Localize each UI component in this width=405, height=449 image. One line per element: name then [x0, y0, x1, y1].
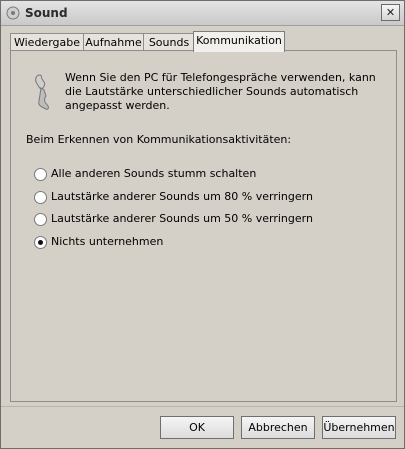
option-label: Alle anderen Sounds stumm schalten: [51, 167, 257, 180]
close-icon: ✕: [385, 6, 396, 19]
option-label: Lautstärke anderer Sounds um 80 % verrin…: [51, 190, 313, 203]
tab-sounds[interactable]: Sounds: [143, 33, 195, 51]
tab-wiedergabe[interactable]: Wiedergabe: [10, 33, 84, 51]
title-bar[interactable]: Sound ✕: [1, 1, 404, 26]
communication-panel: Wenn Sie den PC für Telefongespräche ver…: [10, 50, 397, 402]
sound-dialog: Sound ✕ Wiedergabe Aufnahme Sounds Kommu…: [0, 0, 405, 449]
tab-strip: Wiedergabe Aufnahme Sounds Kommunikation: [10, 31, 395, 52]
radio-selected-dot: [38, 240, 43, 245]
footer-divider: [1, 406, 404, 407]
cancel-button-label: Abbrechen: [248, 421, 308, 434]
apply-button[interactable]: Übernehmen: [322, 416, 396, 439]
ok-button[interactable]: OK: [160, 416, 234, 439]
phone-handset-icon: [33, 73, 53, 113]
section-label: Beim Erkennen von Kommunikationsaktivitä…: [26, 133, 292, 146]
option-label: Lautstärke anderer Sounds um 50 % verrin…: [51, 212, 313, 225]
radio-button[interactable]: [34, 168, 47, 181]
radio-button[interactable]: [34, 191, 47, 204]
radio-button[interactable]: [34, 213, 47, 226]
window-title: Sound: [25, 6, 68, 20]
tab-kommunikation[interactable]: Kommunikation: [193, 31, 285, 52]
apply-button-label: Übernehmen: [323, 421, 395, 434]
ok-button-label: OK: [189, 421, 205, 434]
radio-button-selected[interactable]: [34, 236, 47, 249]
close-button[interactable]: ✕: [381, 4, 400, 21]
tab-label: Wiedergabe: [13, 36, 80, 49]
option-label: Nichts unternehmen: [51, 235, 164, 248]
tab-label: Kommunikation: [196, 34, 282, 47]
intro-text: Wenn Sie den PC für Telefongespräche ver…: [65, 71, 376, 112]
speaker-icon: [6, 6, 20, 20]
tab-aufnahme[interactable]: Aufnahme: [83, 33, 144, 51]
tab-label: Aufnahme: [85, 36, 142, 49]
tab-label: Sounds: [148, 36, 190, 49]
cancel-button[interactable]: Abbrechen: [241, 416, 315, 439]
